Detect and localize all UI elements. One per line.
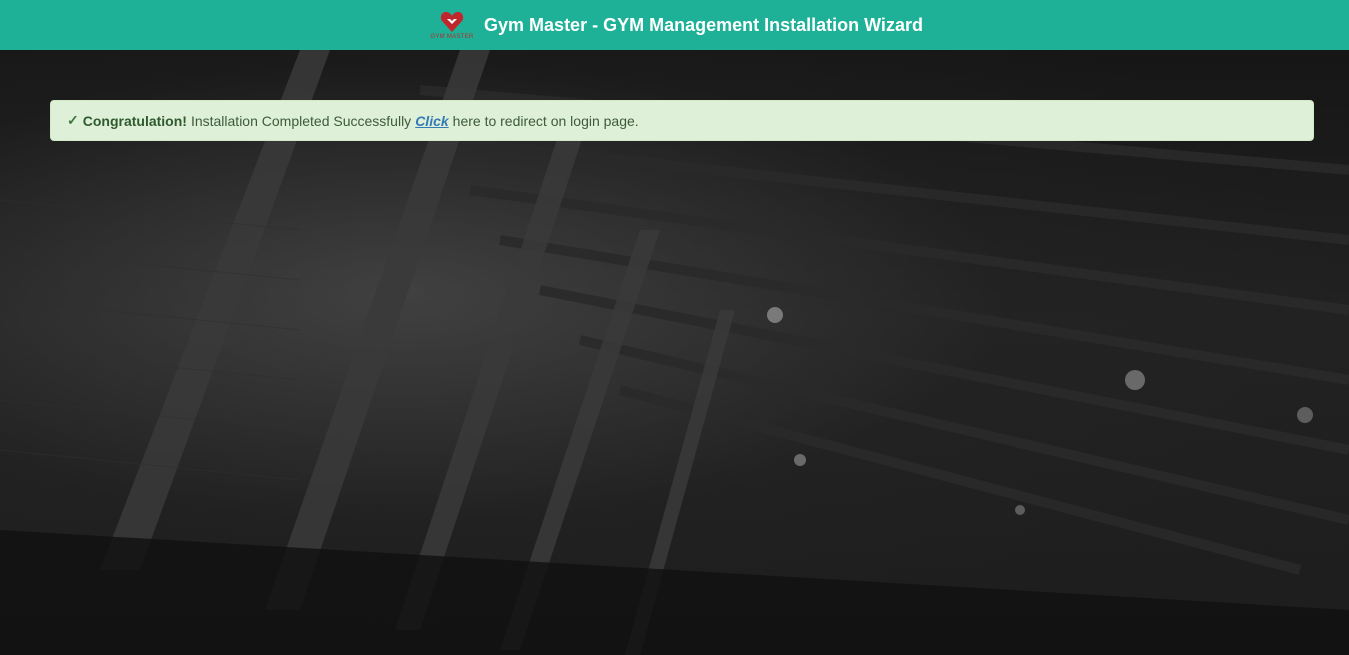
- page-title: Gym Master - GYM Management Installation…: [484, 14, 923, 35]
- gym-master-logo: GYM MASTER: [426, 8, 478, 42]
- gym-master-heart-logo-icon: [440, 11, 464, 32]
- alert-message-tail: here to redirect on login page.: [452, 112, 639, 129]
- login-redirect-link[interactable]: Click: [415, 113, 448, 129]
- check-icon: ✓: [67, 112, 79, 128]
- alert-heading: Congratulation!: [82, 112, 187, 129]
- success-alert: ✓ Congratulation! Installation Completed…: [50, 100, 1314, 141]
- top-header-bar: GYM MASTER Gym Master - GYM Management I…: [0, 0, 1349, 50]
- alert-message: Installation Completed Successfully: [190, 112, 412, 129]
- logo-caption: GYM MASTER: [430, 33, 474, 40]
